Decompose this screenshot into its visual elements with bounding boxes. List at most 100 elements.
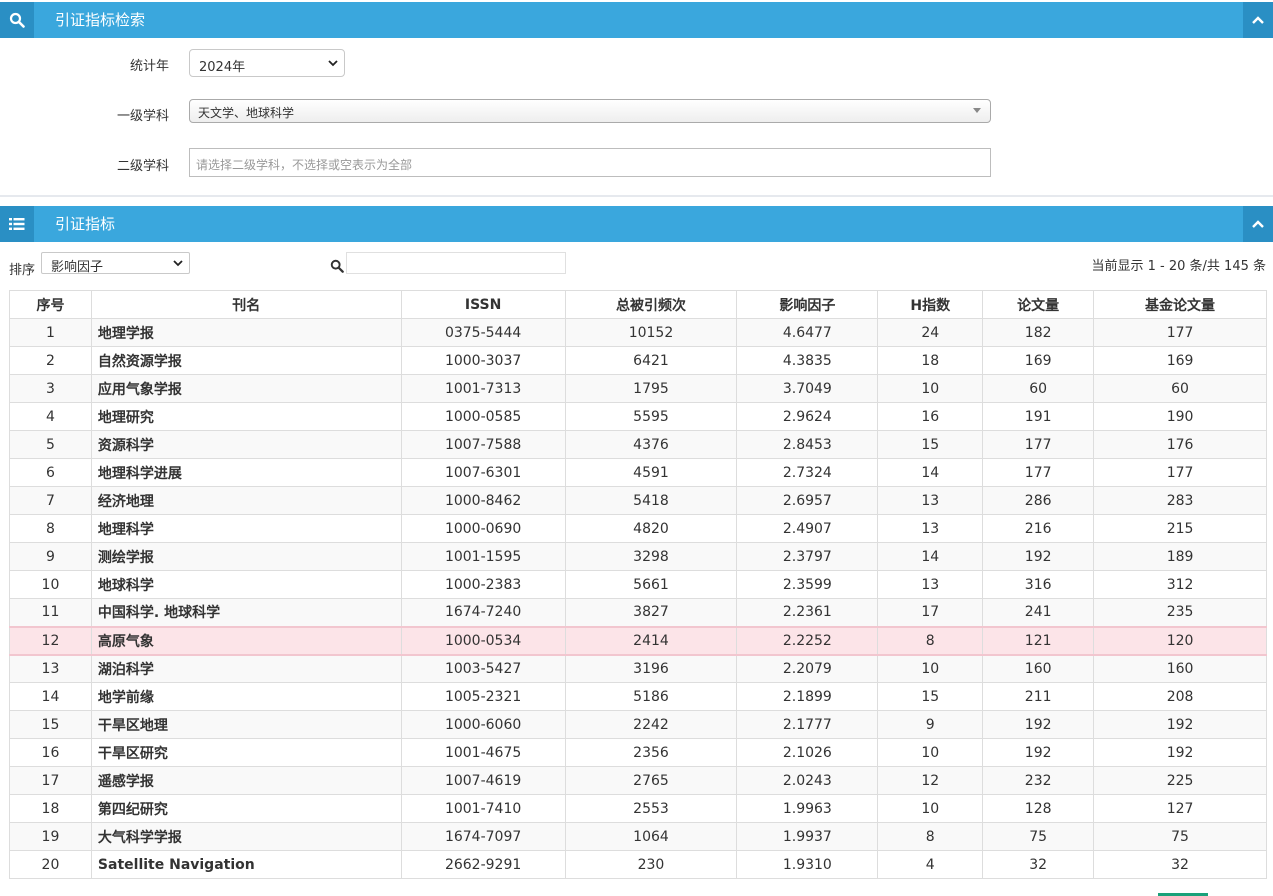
sort-label: 排序 (9, 263, 36, 278)
cell-if: 2.1899 (736, 682, 879, 711)
col-header[interactable]: H指数 (877, 290, 984, 319)
year-label: 统计年 (129, 59, 169, 74)
cell-h: 4 (877, 850, 984, 879)
cell-cites: 1064 (564, 822, 738, 851)
cell-no: 16 (9, 738, 92, 767)
cell-funded: 235 (1093, 598, 1267, 627)
col-header[interactable]: 影响因子 (736, 290, 879, 319)
table-row[interactable]: 1 地理学报 0375-5444 10152 4.6477 24 182 177 (9, 318, 1267, 347)
cell-funded: 32 (1093, 850, 1267, 879)
table-row[interactable]: 9 测绘学报 1001-1595 3298 2.3797 14 192 189 (9, 542, 1267, 571)
cell-if: 1.9937 (736, 822, 879, 851)
cell-funded: 75 (1093, 822, 1267, 851)
cell-no: 4 (9, 402, 92, 431)
col-header[interactable]: 刊名 (90, 290, 402, 319)
cell-issn: 1001-7313 (400, 374, 566, 403)
chevron-up-icon[interactable] (1243, 206, 1273, 242)
cell-cites: 3196 (564, 654, 738, 683)
cell-funded: 177 (1093, 318, 1267, 347)
cell-name[interactable]: 地学前缘 (90, 682, 402, 711)
cell-if: 2.2079 (736, 654, 879, 683)
cell-name[interactable]: 高原气象 (90, 625, 402, 656)
cell-name[interactable]: 地理研究 (90, 402, 402, 431)
cell-name[interactable]: 地理科学 (90, 514, 402, 543)
cell-name[interactable]: 第四纪研究 (90, 794, 402, 823)
table-row[interactable]: 3 应用气象学报 1001-7313 1795 3.7049 10 60 60 (9, 374, 1267, 403)
cell-name[interactable]: 测绘学报 (90, 542, 402, 571)
cell-h: 9 (877, 710, 984, 739)
table-row[interactable]: 19 大气科学学报 1674-7097 1064 1.9937 8 75 75 (9, 822, 1267, 851)
col-header[interactable]: 总被引频次 (564, 290, 738, 319)
cell-if: 4.6477 (736, 318, 879, 347)
cell-issn: 1000-0585 (400, 402, 566, 431)
cell-name[interactable]: 湖泊科学 (90, 654, 402, 683)
table-row[interactable]: 18 第四纪研究 1001-7410 2553 1.9963 10 128 127 (9, 794, 1267, 823)
cell-name[interactable]: 地理学报 (90, 318, 402, 347)
cell-name[interactable]: 地理科学进展 (90, 458, 402, 487)
table-row[interactable]: 2 自然资源学报 1000-3037 6421 4.3835 18 169 169 (9, 346, 1267, 375)
year-select[interactable]: 2024年 (189, 49, 345, 77)
cell-name[interactable]: 自然资源学报 (90, 346, 402, 375)
table-row[interactable]: 16 干旱区研究 1001-4675 2356 2.1026 10 192 192 (9, 738, 1267, 767)
cell-issn: 1000-3037 (400, 346, 566, 375)
cell-name[interactable]: 干旱区地理 (90, 710, 402, 739)
cell-cites: 3827 (564, 598, 738, 627)
cell-h: 14 (877, 458, 984, 487)
cell-h: 16 (877, 402, 984, 431)
search-input[interactable] (346, 252, 566, 274)
table-row[interactable]: 4 地理研究 1000-0585 5595 2.9624 16 191 190 (9, 402, 1267, 431)
cell-name[interactable]: 资源科学 (90, 430, 402, 459)
level2-label: 二级学科 (116, 159, 169, 174)
table-row[interactable]: 10 地球科学 1000-2383 5661 2.3599 13 316 312 (9, 570, 1267, 599)
table-row[interactable]: 6 地理科学进展 1007-6301 4591 2.7324 14 177 177 (9, 458, 1267, 487)
table-row[interactable]: 12 高原气象 1000-0534 2414 2.2252 8 121 120 (9, 625, 1267, 656)
search-icon (0, 2, 34, 38)
cell-name[interactable]: 大气科学学报 (90, 822, 402, 851)
table-row[interactable]: 17 遥感学报 1007-4619 2765 2.0243 12 232 225 (9, 766, 1267, 795)
col-header[interactable]: 序号 (9, 290, 92, 319)
cell-name[interactable]: Satellite Navigation (90, 850, 402, 879)
col-header[interactable]: 基金论文量 (1093, 290, 1267, 319)
search-panel-title: 引证指标检索 (55, 11, 146, 29)
col-header[interactable]: 论文量 (982, 290, 1095, 319)
cell-name[interactable]: 地球科学 (90, 570, 402, 599)
cell-issn: 1007-6301 (400, 458, 566, 487)
cell-if: 2.3599 (736, 570, 879, 599)
col-header[interactable]: ISSN (400, 290, 566, 319)
cell-name[interactable]: 中国科学. 地球科学 (90, 598, 402, 627)
cell-funded: 208 (1093, 682, 1267, 711)
cell-if: 2.0243 (736, 766, 879, 795)
cell-no: 18 (9, 794, 92, 823)
cell-papers: 192 (982, 710, 1095, 739)
sort-select[interactable]: 影响因子 (41, 252, 190, 275)
cell-cites: 5595 (564, 402, 738, 431)
cell-funded: 189 (1093, 542, 1267, 571)
cell-name[interactable]: 干旱区研究 (90, 738, 402, 767)
table-row[interactable]: 11 中国科学. 地球科学 1674-7240 3827 2.2361 17 241 235 (9, 598, 1267, 627)
sort-select-value: 影响因子 (51, 260, 104, 275)
cell-issn: 1001-4675 (400, 738, 566, 767)
search-icon[interactable] (330, 259, 344, 277)
cell-no: 11 (9, 598, 92, 627)
cell-no: 14 (9, 682, 92, 711)
table-row[interactable]: 14 地学前缘 1005-2321 5186 2.1899 15 211 208 (9, 682, 1267, 711)
cell-h: 17 (877, 598, 984, 627)
table-row[interactable]: 8 地理科学 1000-0690 4820 2.4907 13 216 215 (9, 514, 1267, 543)
table-row[interactable]: 5 资源科学 1007-7588 4376 2.8453 15 177 176 (9, 430, 1267, 459)
table-row[interactable]: 20 Satellite Navigation 2662-9291 230 1.9310… (9, 850, 1267, 879)
cell-papers: 121 (982, 625, 1095, 656)
cell-name[interactable]: 应用气象学报 (90, 374, 402, 403)
level1-select[interactable]: 天文学、地球科学 (189, 99, 991, 123)
cell-name[interactable]: 经济地理 (90, 486, 402, 515)
table-row[interactable]: 13 湖泊科学 1003-5427 3196 2.2079 10 160 160 (9, 654, 1267, 683)
cell-funded: 225 (1093, 766, 1267, 795)
cell-cites: 5418 (564, 486, 738, 515)
cell-name[interactable]: 遥感学报 (90, 766, 402, 795)
level2-input[interactable]: 请选择二级学科，不选择或空表示为全部 (189, 148, 991, 177)
chevron-up-icon[interactable] (1243, 2, 1273, 38)
cell-papers: 316 (982, 570, 1095, 599)
table-row[interactable]: 15 干旱区地理 1000-6060 2242 2.1777 9 192 192 (9, 710, 1267, 739)
cell-issn: 2662-9291 (400, 850, 566, 879)
table-row[interactable]: 7 经济地理 1000-8462 5418 2.6957 13 286 283 (9, 486, 1267, 515)
level1-select-value: 天文学、地球科学 (198, 106, 295, 120)
